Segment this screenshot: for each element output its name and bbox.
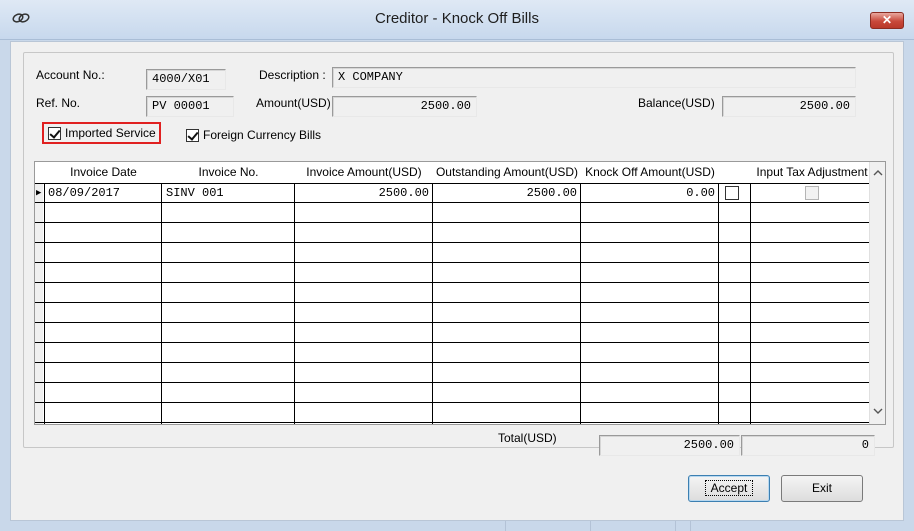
foreign-currency-label: Foreign Currency Bills — [203, 128, 322, 142]
status-segment — [690, 521, 790, 531]
description-label: Description : — [259, 68, 326, 82]
ref-no-label: Ref. No. — [36, 96, 81, 110]
status-bar — [0, 521, 914, 531]
exit-button-label: Exit — [811, 481, 832, 495]
row-indicator-column — [35, 183, 43, 424]
total-field[interactable]: 2500.00 — [599, 435, 740, 456]
account-no-label: Account No.: — [36, 68, 105, 82]
scroll-up-icon[interactable] — [873, 168, 883, 178]
foreign-currency-checkbox[interactable]: Foreign Currency Bills — [186, 124, 321, 146]
cell-invoice-no[interactable]: SINV 001 — [166, 184, 224, 202]
cell-invoice-date[interactable]: 08/09/2017 — [48, 184, 120, 202]
col-header-invoice-date[interactable]: Invoice Date — [45, 162, 162, 183]
col-header-invoice-amount[interactable]: Invoice Amount(USD) — [295, 162, 433, 183]
checkbox-checked-icon — [48, 126, 61, 140]
imported-service-checkbox[interactable]: Imported Service — [42, 122, 161, 144]
ref-no-field[interactable]: PV 00001 — [146, 96, 234, 117]
exit-button[interactable]: Exit — [781, 475, 863, 502]
status-segment — [590, 521, 675, 531]
col-header-input-tax-adjustment[interactable]: Input Tax Adjustment — [751, 162, 873, 183]
col-header-invoice-no[interactable]: Invoice No. — [162, 162, 295, 183]
status-segment — [675, 521, 690, 531]
col-header-select[interactable] — [719, 162, 751, 183]
col-header-outstanding-amount[interactable]: Outstanding Amount(USD) — [433, 162, 581, 183]
col-header-knock-off-amount[interactable]: Knock Off Amount(USD) — [581, 162, 719, 183]
window-title: Creditor - Knock Off Bills — [375, 10, 539, 27]
dialog-body: Account No.: 4000/X01 Description : X CO… — [10, 41, 904, 521]
title-bar: Creditor - Knock Off Bills ✕ — [0, 0, 914, 40]
current-row-indicator-icon: ▶ — [36, 188, 42, 198]
amount-label: Amount(USD) — [256, 96, 331, 110]
accept-button[interactable]: Accept — [688, 475, 770, 502]
checkbox-checked-icon — [186, 128, 199, 142]
account-no-field[interactable]: 4000/X01 — [146, 69, 226, 90]
amount-field[interactable]: 2500.00 — [332, 96, 477, 117]
status-segment — [505, 521, 590, 531]
knock-off-checkbox[interactable] — [725, 186, 739, 200]
balance-field[interactable]: 2500.00 — [722, 96, 856, 117]
imported-service-label: Imported Service — [65, 126, 156, 140]
input-tax-adjustment-checkbox[interactable] — [805, 186, 819, 200]
total-label: Total(USD) — [498, 431, 557, 445]
cell-knock-off-amount[interactable]: 0.00 — [583, 184, 715, 202]
cell-invoice-amount[interactable]: 2500.00 — [297, 184, 429, 202]
knock-off-total-field[interactable]: 0 — [741, 435, 875, 456]
accept-button-label: Accept — [704, 480, 754, 496]
cell-outstanding-amount[interactable]: 2500.00 — [435, 184, 577, 202]
scroll-down-icon[interactable] — [873, 406, 883, 416]
close-icon: ✕ — [881, 13, 893, 27]
details-groupbox: Account No.: 4000/X01 Description : X CO… — [23, 52, 894, 456]
description-field[interactable]: X COMPANY — [332, 67, 856, 88]
invoice-grid[interactable]: Invoice Date Invoice No. Invoice Amount(… — [34, 161, 886, 425]
balance-label: Balance(USD) — [638, 96, 715, 110]
grid-vertical-scrollbar[interactable] — [869, 162, 885, 424]
close-button[interactable]: ✕ — [870, 12, 904, 29]
